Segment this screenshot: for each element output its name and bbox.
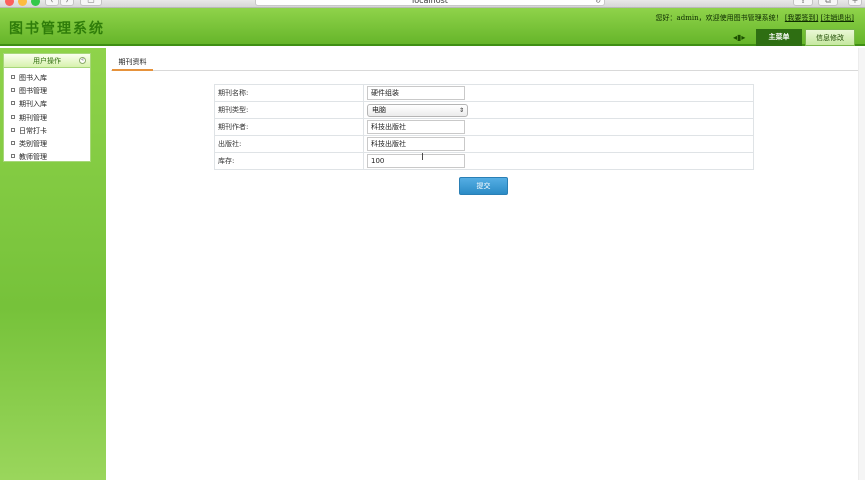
sidebar-item-book-stock-in[interactable]: 图书入库 (4, 72, 90, 85)
bullet-icon (11, 140, 15, 145)
sidebar-menu: 图书入库 图书管理 期刊入库 期刊管理 日常打卡 类别管理 教师管理 (4, 68, 90, 164)
main-content: 期刊资料 期刊名称: 硬件组装 期刊类型: 电脑 ⇕ 期刊作者: 科技出版社 出版… (106, 48, 865, 480)
field-label: 期刊名称: (214, 84, 364, 102)
bullet-icon (11, 127, 15, 132)
signin-link[interactable]: [我要签到] (785, 14, 818, 22)
address-bar[interactable]: localhost ↻ (255, 0, 605, 6)
journal-type-select[interactable]: 电脑 ⇕ (367, 103, 468, 117)
new-tab-icon[interactable]: + (848, 0, 862, 6)
stock-input[interactable]: 100 (367, 154, 465, 168)
sidebar-item-label: 日常打卡 (19, 126, 47, 135)
select-arrows-icon: ⇕ (458, 106, 464, 114)
sidebar-toggle-icon[interactable]: ▭ (80, 0, 102, 6)
tab-main-menu[interactable]: 主菜单 (756, 29, 802, 46)
sidebar-item-journal-management[interactable]: 期刊管理 (4, 112, 90, 125)
page-scrollbar[interactable] (858, 48, 865, 480)
form-row: 期刊作者: 科技出版社 (214, 118, 754, 136)
app-logo: 图书管理系统 (9, 21, 105, 37)
text-cursor-icon: I (421, 152, 424, 163)
address-text: localhost (412, 0, 448, 5)
sidebar-item-label: 期刊入库 (19, 100, 47, 109)
field-label: 库存: (214, 152, 364, 170)
field-label: 出版社: (214, 135, 364, 153)
share-icon[interactable]: ⇪ (793, 0, 813, 6)
user-operations-panel: 用户操作 « 图书入库 图书管理 期刊入库 期刊管理 日常打卡 类别管理 教师管… (3, 53, 91, 162)
logout-link[interactable]: [注销退出] (821, 14, 854, 22)
sidebar: 用户操作 « 图书入库 图书管理 期刊入库 期刊管理 日常打卡 类别管理 教师管… (0, 48, 106, 480)
nav-toggle-icon[interactable]: ◂▮▸ (733, 33, 745, 42)
sidebar-item-teacher-management[interactable]: 教师管理 (4, 151, 90, 164)
journal-form: 期刊名称: 硬件组装 期刊类型: 电脑 ⇕ 期刊作者: 科技出版社 出版社: 科技… (214, 84, 754, 170)
minimize-window-icon[interactable] (18, 0, 27, 6)
collapse-icon[interactable]: « (79, 57, 86, 64)
zoom-window-icon[interactable] (31, 0, 40, 6)
bullet-icon (11, 101, 15, 106)
sidebar-item-label: 图书管理 (19, 87, 47, 96)
journal-name-input[interactable]: 硬件组装 (367, 86, 465, 100)
welcome-text: 您好：admin，欢迎使用图书管理系统！ (655, 14, 783, 22)
form-row: 期刊类型: 电脑 ⇕ (214, 101, 754, 119)
sidebar-item-label: 教师管理 (19, 153, 47, 162)
back-icon[interactable]: ‹ (45, 0, 59, 6)
form-row: 期刊名称: 硬件组装 (214, 84, 754, 102)
sidebar-item-journal-stock-in[interactable]: 期刊入库 (4, 98, 90, 111)
sidebar-item-book-management[interactable]: 图书管理 (4, 85, 90, 98)
close-window-icon[interactable] (5, 0, 14, 6)
sidebar-item-label: 类别管理 (19, 139, 47, 148)
publisher-input[interactable]: 科技出版社 (367, 137, 465, 151)
form-row: 出版社: 科技出版社 (214, 135, 754, 153)
form-row: 库存: 100 (214, 152, 754, 170)
panel-header: 用户操作 « (4, 54, 90, 68)
app-header: 图书管理系统 您好：admin，欢迎使用图书管理系统！ [我要签到] [注销退出… (0, 8, 865, 46)
submit-button[interactable]: 提交 (459, 177, 508, 195)
sidebar-item-label: 图书入库 (19, 74, 47, 82)
field-label: 期刊作者: (214, 118, 364, 136)
bullet-icon (11, 154, 15, 159)
bullet-icon (11, 88, 15, 93)
field-cell: 科技出版社 (363, 135, 754, 153)
sidebar-item-daily-checkin[interactable]: 日常打卡 (4, 125, 90, 138)
welcome-bar: 您好：admin，欢迎使用图书管理系统！ [我要签到] [注销退出] (656, 13, 854, 23)
sidebar-item-label: 期刊管理 (19, 113, 47, 122)
bullet-icon (11, 114, 15, 119)
browser-toolbar: ‹ › ▭ localhost ↻ ⇪ ⧉ + (0, 0, 865, 8)
tabs-overview-icon[interactable]: ⧉ (818, 0, 838, 6)
field-cell: 硬件组装 (363, 84, 754, 102)
bullet-icon (11, 75, 15, 79)
panel-title: 用户操作 (33, 57, 61, 65)
tab-info-edit[interactable]: 信息修改 (805, 29, 855, 46)
select-value: 电脑 (372, 105, 386, 114)
content-tabbar: 期刊资料 (111, 54, 859, 71)
forward-icon[interactable]: › (60, 0, 74, 6)
tab-journal-info[interactable]: 期刊资料 (112, 56, 153, 71)
reload-icon[interactable]: ↻ (595, 0, 601, 6)
field-label: 期刊类型: (214, 101, 364, 119)
sidebar-item-category-management[interactable]: 类别管理 (4, 138, 90, 151)
field-cell: 科技出版社 (363, 118, 754, 136)
journal-author-input[interactable]: 科技出版社 (367, 120, 465, 134)
field-cell: 电脑 ⇕ (363, 101, 754, 119)
